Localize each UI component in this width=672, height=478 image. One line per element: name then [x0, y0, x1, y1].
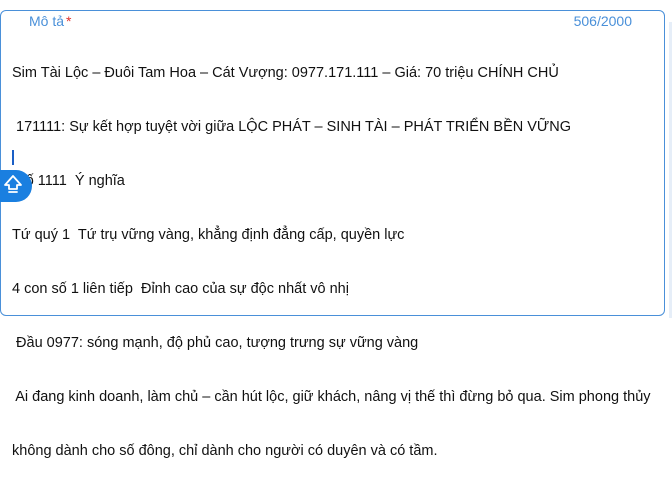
description-line: 171111: Sự kết hợp tuyệt vời giữa LỘC PH…: [12, 119, 572, 135]
description-line: Số 1111 Ý nghĩa: [12, 173, 125, 189]
description-line: 4 con số 1 liên tiếp Đỉnh cao của sự độc…: [12, 281, 349, 297]
description-line: Sim Tài Lộc – Đuôi Tam Hoa – Cát Vượng: …: [12, 65, 559, 81]
scroll-to-top-button[interactable]: [0, 170, 32, 202]
scroll-to-top-icon: [2, 173, 24, 200]
description-line: Tứ quý 1 Tứ trụ vững vàng, khẳng định đẳ…: [12, 227, 405, 243]
description-line: Ai đang kinh doanh, làm chủ – cần hút lộ…: [12, 389, 651, 405]
description-textarea[interactable]: Sim Tài Lộc – Đuôi Tam Hoa – Cát Vượng: …: [12, 28, 652, 478]
required-mark: *: [66, 13, 72, 29]
description-line: không dành cho số đông, chỉ dành cho ngư…: [12, 443, 438, 459]
text-caret: [12, 150, 14, 165]
description-line: Đầu 0977: sóng mạnh, độ phủ cao, tượng t…: [12, 335, 419, 351]
description-label-text: Mô tả: [29, 13, 65, 29]
